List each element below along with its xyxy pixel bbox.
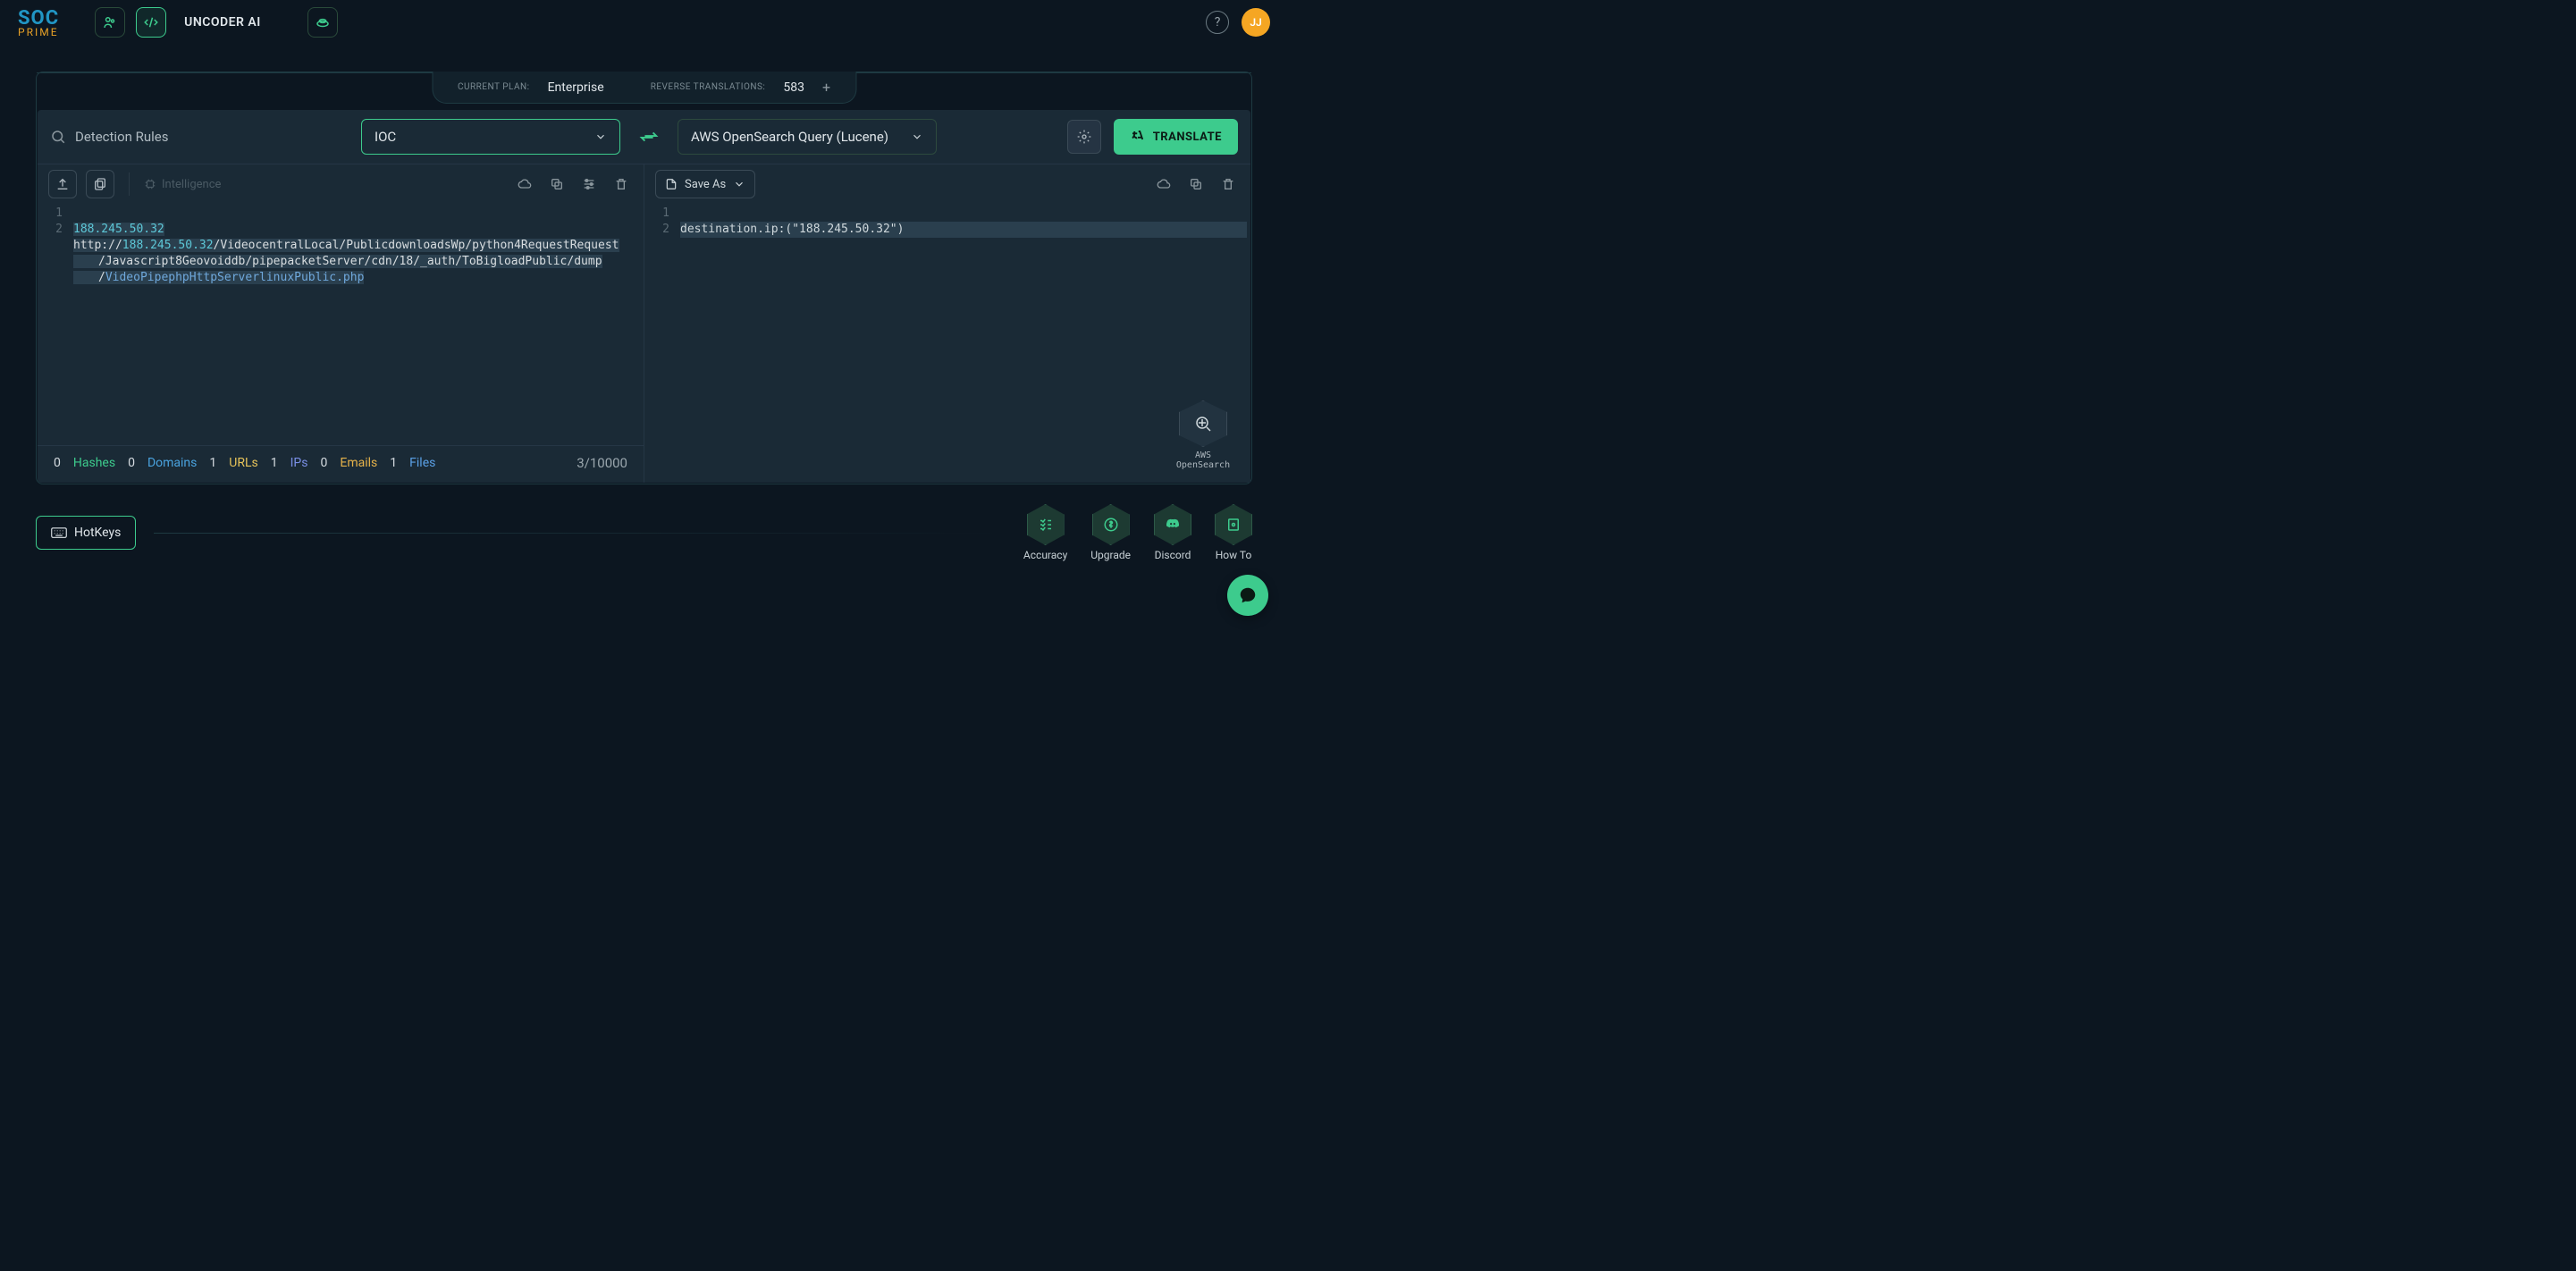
- nav-icon-1[interactable]: [95, 7, 125, 38]
- swap-button[interactable]: [633, 121, 665, 153]
- translate-button[interactable]: TRANSLATE: [1114, 119, 1238, 155]
- input-format-value: IOC: [375, 129, 396, 145]
- help-icon[interactable]: ?: [1206, 11, 1229, 34]
- upload-icon: [55, 177, 70, 191]
- char-counter: 3/10000: [577, 455, 627, 471]
- gear-icon: [1077, 130, 1091, 144]
- input-format-selector[interactable]: IOC: [361, 119, 620, 155]
- discord-icon: [1165, 517, 1181, 533]
- discord-button[interactable]: Discord: [1154, 504, 1191, 561]
- copy-button-out[interactable]: [1184, 170, 1208, 198]
- intelligence-label: Intelligence: [162, 178, 221, 191]
- nav-icon-3[interactable]: [307, 7, 338, 38]
- chip-icon: [144, 178, 156, 190]
- clipboard-icon: [93, 177, 107, 191]
- output-code-area[interactable]: 1 2 destination.ip:("188.245.50.32") AWS…: [644, 204, 1250, 483]
- delete-button[interactable]: [610, 170, 633, 198]
- add-translations-button[interactable]: +: [822, 79, 830, 96]
- avatar[interactable]: JJ: [1242, 8, 1270, 37]
- copy-icon: [550, 177, 564, 191]
- clipboard-button[interactable]: [86, 170, 114, 198]
- checklist-icon: [1038, 517, 1054, 533]
- upgrade-button[interactable]: Upgrade: [1090, 504, 1131, 561]
- opensearch-icon: [1192, 413, 1214, 434]
- output-gutter: 1 2: [644, 204, 677, 483]
- file-icon: [665, 178, 678, 190]
- reverse-value: 583: [783, 80, 804, 95]
- output-code-body[interactable]: destination.ip:("188.245.50.32"): [677, 204, 1250, 483]
- search-label: Detection Rules: [75, 129, 168, 145]
- input-code-body[interactable]: 188.245.50.32 http://188.245.50.32/Video…: [70, 204, 644, 445]
- main-frame: CURRENT PLAN: Enterprise REVERSE TRANSLA…: [36, 72, 1252, 484]
- translate-icon: [1130, 129, 1146, 145]
- cloud-button-out[interactable]: [1152, 170, 1175, 198]
- topbar: SOC PRIME UNCODER AI ? JJ: [0, 0, 1288, 45]
- chevron-down-icon: [733, 178, 745, 190]
- book-icon: [1225, 517, 1242, 533]
- input-code-area[interactable]: 1 2 188.245.50.32 http://188.245.50.32/V…: [38, 204, 644, 445]
- hotkeys-label: HotKeys: [74, 526, 121, 540]
- upload-button[interactable]: [48, 170, 77, 198]
- copy-button[interactable]: [545, 170, 568, 198]
- chevron-down-icon: [911, 130, 923, 143]
- accuracy-button[interactable]: Accuracy: [1023, 504, 1067, 561]
- dollar-icon: [1103, 517, 1119, 533]
- intelligence-toggle[interactable]: Intelligence: [144, 178, 221, 191]
- chevron-down-icon: [594, 130, 607, 143]
- save-as-label: Save As: [685, 178, 726, 191]
- ioc-stats: 0Hashes 0Domains 1URLs 1IPs 0Emails 1Fil…: [38, 445, 644, 480]
- translate-label: TRANSLATE: [1153, 130, 1222, 144]
- toolbar: Detection Rules IOC AWS OpenSearch Query…: [38, 110, 1250, 164]
- aws-badge: AWSOpenSearch: [1172, 400, 1234, 470]
- code-ip: 188.245.50.32: [73, 223, 164, 236]
- logo[interactable]: SOC PRIME: [18, 7, 59, 38]
- reverse-label: REVERSE TRANSLATIONS:: [651, 82, 766, 92]
- settings-button[interactable]: [1067, 120, 1101, 154]
- input-editor: Intelligence 1 2 188.245.50.32 ht: [38, 164, 644, 483]
- sliders-icon: [582, 177, 596, 191]
- howto-button[interactable]: How To: [1215, 504, 1252, 561]
- delete-button-out[interactable]: [1216, 170, 1240, 198]
- current-plan-value: Enterprise: [548, 80, 604, 95]
- hotkeys-button[interactable]: HotKeys: [36, 516, 136, 550]
- cloud-icon: [1157, 177, 1171, 191]
- nav-icon-uncoder[interactable]: [136, 7, 166, 38]
- plan-strip: CURRENT PLAN: Enterprise REVERSE TRANSLA…: [432, 72, 856, 104]
- input-gutter: 1 2: [38, 204, 70, 445]
- copy-icon: [1189, 177, 1203, 191]
- cloud-button[interactable]: [513, 170, 536, 198]
- output-editor: Save As 1 2 destination.ip:("18: [644, 164, 1250, 483]
- chat-fab[interactable]: [1227, 575, 1268, 616]
- save-as-button[interactable]: Save As: [655, 170, 755, 198]
- cloud-icon: [518, 177, 532, 191]
- chat-icon: [1238, 585, 1258, 605]
- output-format-selector[interactable]: AWS OpenSearch Query (Lucene): [678, 119, 937, 155]
- output-format-value: AWS OpenSearch Query (Lucene): [691, 129, 888, 145]
- trash-icon: [614, 177, 628, 191]
- filter-button[interactable]: [577, 170, 601, 198]
- search-icon: [50, 129, 66, 145]
- detection-rules-search[interactable]: Detection Rules: [50, 129, 229, 145]
- app-title: UNCODER AI: [184, 15, 261, 29]
- current-plan-label: CURRENT PLAN:: [458, 82, 530, 92]
- trash-icon: [1221, 177, 1235, 191]
- divider: [154, 533, 1006, 534]
- keyboard-icon: [51, 526, 67, 539]
